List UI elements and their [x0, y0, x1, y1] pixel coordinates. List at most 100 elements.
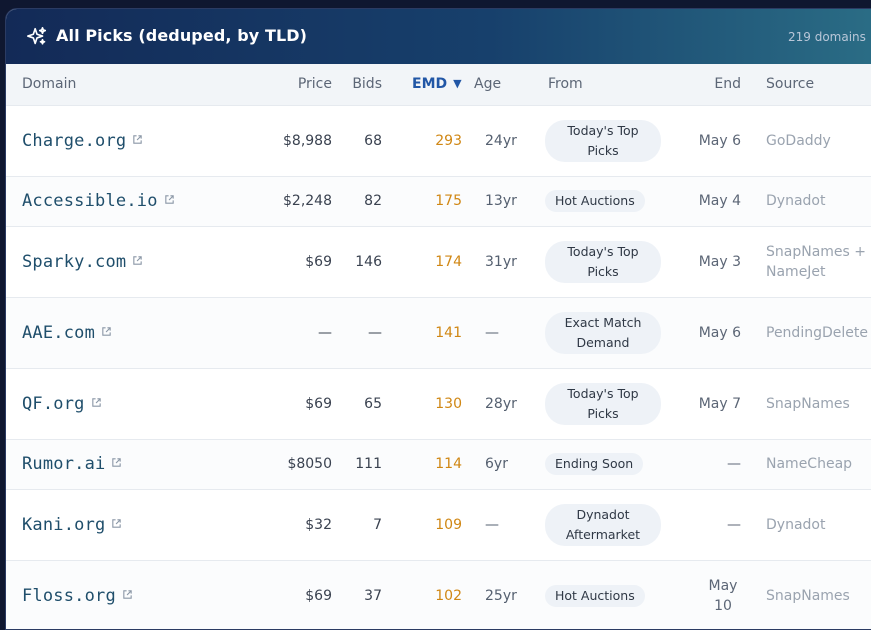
table-row: Sparky.com $69 146 174 31yr Today's Top …: [6, 226, 871, 297]
source-cell: NameCheap: [766, 456, 853, 472]
end-cell: May 7: [698, 395, 741, 412]
bids-cell: 82: [364, 193, 382, 209]
table-row: Accessible.io $2,248 82 175 13yr Hot Auc…: [6, 176, 871, 226]
price-cell: —: [318, 324, 332, 341]
panel-header: All Picks (deduped, by TLD) 219 domains: [6, 9, 871, 64]
price-cell: $8050: [287, 456, 332, 472]
bids-cell: 111: [355, 456, 382, 472]
domain-link[interactable]: Charge.org: [22, 131, 126, 151]
from-cell: Hot Auctions: [525, 560, 655, 629]
domain-link[interactable]: QF.org: [22, 394, 85, 414]
column-header-source[interactable]: Source: [746, 64, 871, 105]
from-badge: Today's Top Picks: [545, 240, 661, 283]
domain-cell: Rumor.ai: [6, 439, 256, 489]
table-row: Rumor.ai $8050 111 114 6yr Ending Soon —…: [6, 439, 871, 489]
emd-cell: 141: [435, 324, 462, 341]
price-cell: $69: [305, 587, 332, 604]
price-cell: $32: [305, 516, 332, 533]
column-header-from[interactable]: From: [525, 64, 655, 105]
table-row: QF.org $69 65 130 28yr Today's Top Picks…: [6, 368, 871, 439]
from-cell: Ending Soon: [525, 439, 655, 489]
bids-cell: 65: [364, 395, 382, 412]
domain-link[interactable]: Accessible.io: [22, 191, 158, 211]
from-cell: Dynadot Aftermarket: [525, 489, 661, 560]
column-header-domain[interactable]: Domain: [6, 64, 256, 105]
all-picks-panel: All Picks (deduped, by TLD) 219 domains …: [5, 8, 871, 630]
age-cell: 28yr: [485, 395, 517, 412]
domain-link[interactable]: AAE.com: [22, 323, 95, 343]
domain-link[interactable]: Floss.org: [22, 586, 116, 606]
column-header-price[interactable]: Price: [256, 64, 342, 105]
column-header-emd-label: EMD: [412, 76, 448, 93]
from-cell: Today's Top Picks: [525, 368, 661, 439]
emd-cell: 102: [435, 587, 462, 604]
table-row: Kani.org $32 7 109 — Dynadot Aftermarket…: [6, 489, 871, 560]
domain-cell: Accessible.io: [6, 176, 256, 226]
external-link-icon[interactable]: [132, 255, 143, 266]
table-header-row: Domain Price Bids EMD ▼ Age From End Sour…: [6, 64, 871, 105]
domain-link[interactable]: Sparky.com: [22, 252, 126, 272]
end-cell: May 10: [708, 577, 738, 614]
emd-cell: 114: [435, 456, 462, 472]
price-cell: $8,988: [283, 132, 332, 149]
source-cell: Dynadot: [766, 193, 826, 209]
end-cell: May 4: [698, 193, 741, 209]
emd-cell: 174: [435, 253, 462, 270]
age-cell: 31yr: [485, 253, 517, 270]
from-cell: Hot Auctions: [525, 176, 655, 226]
bids-cell: 37: [364, 587, 382, 604]
external-link-icon[interactable]: [101, 326, 112, 337]
column-header-bids[interactable]: Bids: [342, 64, 392, 105]
source-cell: SnapNames: [766, 587, 850, 604]
end-cell: May 6: [698, 324, 741, 341]
domain-cell: AAE.com: [6, 297, 256, 368]
source-cell: GoDaddy: [766, 132, 831, 149]
table-row: Charge.org $8,988 68 293 24yr Today's To…: [6, 105, 871, 176]
column-header-age[interactable]: Age: [462, 64, 525, 105]
external-link-icon[interactable]: [111, 518, 122, 529]
age-cell: 6yr: [485, 456, 508, 472]
end-cell: —: [727, 456, 741, 472]
picks-table: Domain Price Bids EMD ▼ Age From End Sour…: [6, 64, 871, 629]
from-cell: Exact Match Demand: [525, 297, 661, 368]
emd-cell: 130: [435, 395, 462, 412]
source-cell: Dynadot: [766, 516, 826, 533]
column-header-end[interactable]: End: [655, 64, 746, 105]
age-cell: —: [485, 516, 499, 533]
column-header-emd[interactable]: EMD ▼: [392, 64, 462, 105]
external-link-icon[interactable]: [164, 194, 175, 205]
source-cell: SnapNames: [766, 395, 850, 412]
domain-cell: QF.org: [6, 368, 256, 439]
end-cell: May 3: [698, 253, 741, 270]
external-link-icon[interactable]: [132, 134, 143, 145]
price-cell: $2,248: [283, 193, 332, 209]
domain-cell: Charge.org: [6, 105, 256, 176]
end-cell: —: [727, 516, 741, 533]
domain-cell: Kani.org: [6, 489, 256, 560]
source-cell: PendingDelete: [766, 324, 868, 341]
domain-link[interactable]: Rumor.ai: [22, 454, 105, 474]
from-badge: Today's Top Picks: [545, 119, 661, 162]
panel-title: All Picks (deduped, by TLD): [56, 26, 308, 45]
domain-link[interactable]: Kani.org: [22, 515, 105, 535]
table-row: AAE.com — — 141 — Exact Match Demand May…: [6, 297, 871, 368]
bids-cell: 146: [355, 253, 382, 270]
emd-cell: 293: [435, 132, 462, 149]
from-badge: Hot Auctions: [545, 190, 645, 212]
age-cell: 25yr: [485, 587, 517, 604]
from-badge: Ending Soon: [545, 453, 644, 475]
sparkles-icon: [27, 27, 47, 45]
end-cell: May 6: [698, 132, 741, 149]
price-cell: $69: [305, 253, 332, 270]
external-link-icon[interactable]: [122, 589, 133, 600]
domain-cell: Sparky.com: [6, 226, 256, 297]
triangle-down-icon: ▼: [453, 77, 462, 91]
age-cell: 24yr: [485, 132, 517, 149]
from-cell: Today's Top Picks: [525, 226, 661, 297]
external-link-icon[interactable]: [91, 397, 102, 408]
from-cell: Today's Top Picks: [525, 105, 661, 176]
emd-cell: 109: [435, 516, 462, 533]
external-link-icon[interactable]: [111, 457, 122, 468]
from-badge: Today's Top Picks: [545, 382, 661, 425]
table-row: Floss.org $69 37 102 25yr Hot Auctions M…: [6, 560, 871, 629]
